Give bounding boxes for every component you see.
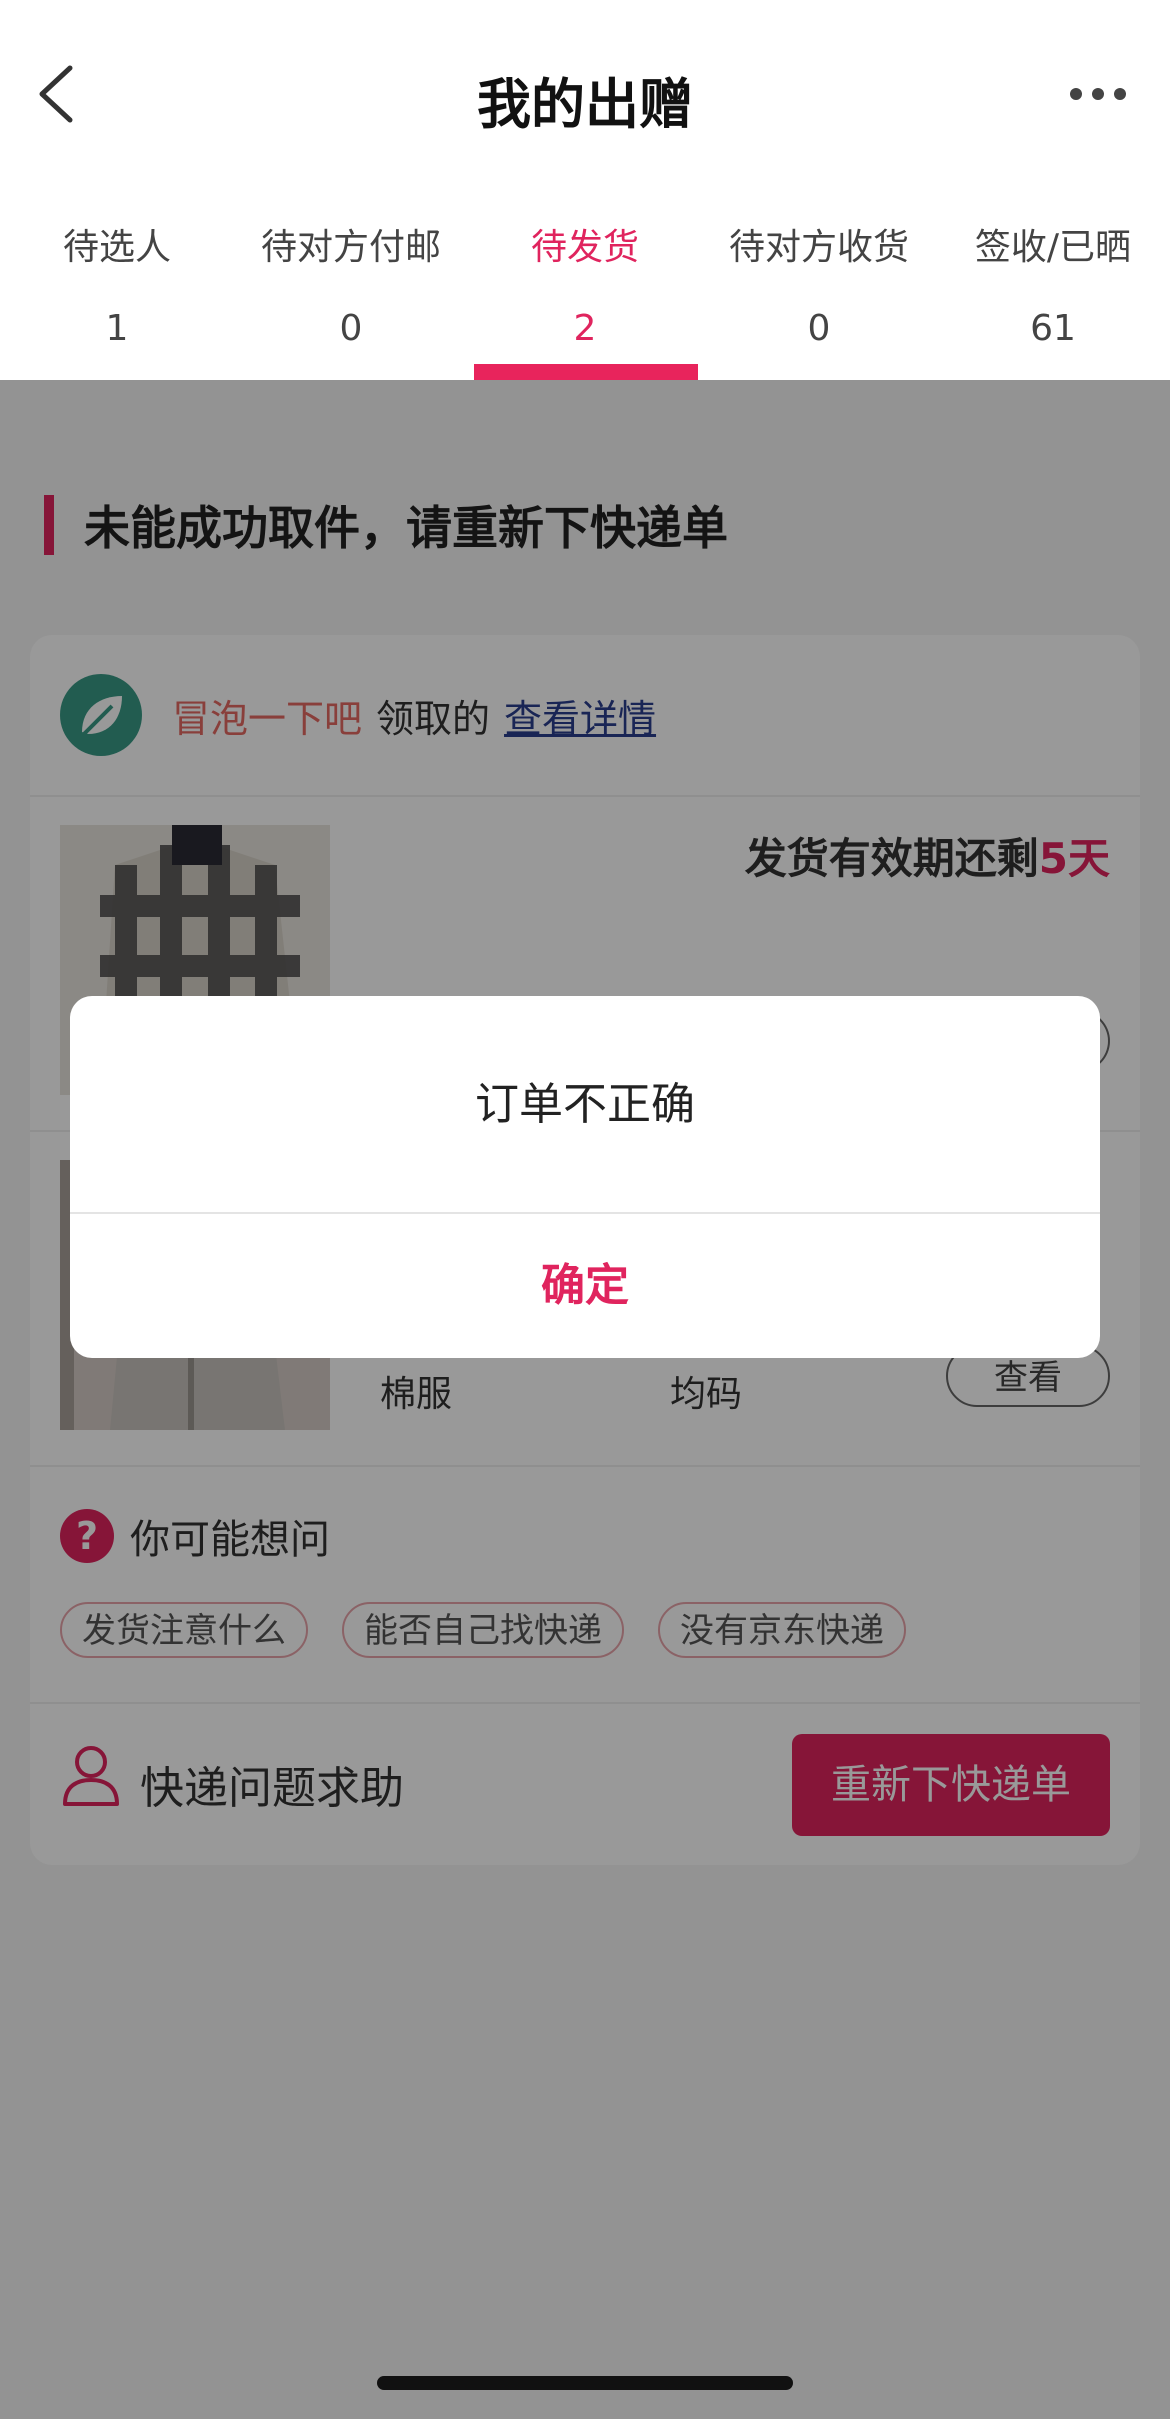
tab-bar: 待选人 1 待对方付邮 0 待发货 2 待对方收货 0 签收/已晒 61 (0, 200, 1170, 380)
active-tab-indicator (474, 364, 698, 380)
page-title: 我的出赠 (477, 73, 693, 136)
confirm-button[interactable]: 确定 (70, 1214, 1100, 1358)
home-indicator[interactable] (377, 2376, 793, 2390)
tab-count: 61 (1030, 308, 1076, 349)
tab-label: 待对方收货 (728, 227, 909, 268)
tab-pending-ship[interactable]: 待发货 2 (468, 200, 702, 380)
tab-pending-receive[interactable]: 待对方收货 0 (702, 200, 936, 380)
tab-label: 待对方付邮 (260, 227, 441, 268)
modal-overlay[interactable] (0, 380, 1170, 2419)
header: 我的出赠 待选人 1 待对方付邮 0 待发货 2 待对方收货 0 签收/已晒 6… (0, 0, 1170, 380)
tab-count: 1 (105, 308, 129, 349)
tab-count: 2 (573, 308, 597, 349)
alert-dialog: 订单不正确 确定 (70, 996, 1100, 1358)
dialog-message: 订单不正确 (70, 996, 1100, 1214)
tab-count: 0 (339, 308, 363, 349)
tab-label: 签收/已晒 (974, 227, 1132, 268)
tab-pending-postage[interactable]: 待对方付邮 0 (234, 200, 468, 380)
tab-signed[interactable]: 签收/已晒 61 (936, 200, 1170, 380)
tab-pending-select[interactable]: 待选人 1 (0, 200, 234, 380)
more-icon[interactable] (1070, 80, 1130, 108)
tab-label: 待发货 (530, 227, 639, 268)
tab-label: 待选人 (62, 227, 171, 268)
tab-count: 0 (807, 308, 831, 349)
